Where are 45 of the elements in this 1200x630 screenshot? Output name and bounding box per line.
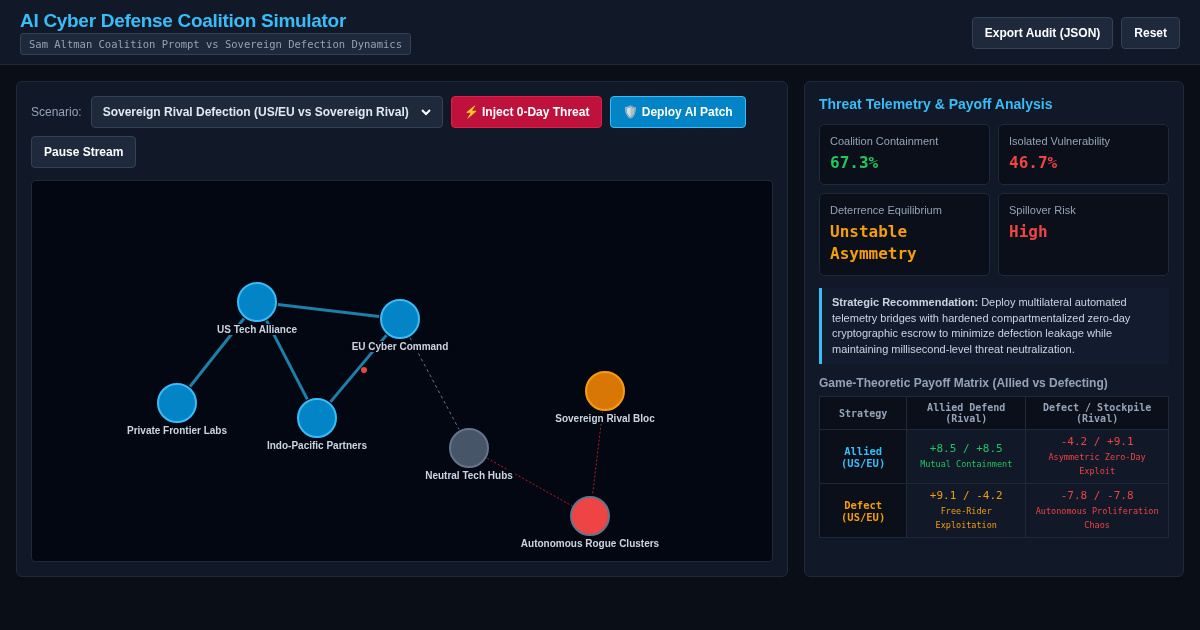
node-label: Autonomous Rogue Clusters — [518, 538, 662, 549]
payoff-cell: -7.8 / -7.8 Autonomous Proliferation Chaos — [1025, 483, 1169, 538]
network-node[interactable] — [449, 428, 489, 468]
payoff-cell: +9.1 / -4.2 Free-Rider Exploitation — [906, 483, 1026, 538]
threat-packet — [361, 367, 367, 373]
metric-value: High — [1009, 221, 1049, 243]
app-title: AI Cyber Defense Coalition Simulator — [20, 10, 347, 32]
metric-value: 46.7% — [1009, 152, 1059, 174]
node-label: Indo-Pacific Partners — [265, 440, 369, 451]
payoff-cell: +8.5 / +8.5 Mutual Containment — [906, 429, 1026, 484]
column-header: Allied Defend (Rival) — [906, 396, 1026, 430]
scenario-label: Scenario: — [31, 105, 82, 119]
network-node[interactable] — [237, 282, 277, 322]
payoff-cell: -4.2 / +9.1 Asymmetric Zero-Day Exploit — [1025, 429, 1169, 484]
strategy-cell: Defect (US/EU) — [819, 483, 907, 538]
node-label: EU Cyber Command — [349, 341, 451, 352]
metric-label: Spillover Risk — [1009, 204, 1077, 216]
metric-label: Coalition Containment — [830, 135, 940, 147]
export-button[interactable]: Export Audit (JSON) — [971, 16, 1114, 49]
network-node[interactable] — [585, 371, 625, 411]
subtitle-tag: Sam Altman Coalition Prompt vs Sovereign Defection Dynamics — [20, 33, 411, 55]
panel-title: Threat Telemetry & Payoff Analysis — [819, 96, 1054, 112]
column-header: Strategy — [819, 396, 907, 430]
strategy-cell: Allied (US/EU) — [819, 429, 907, 484]
network-node[interactable] — [157, 383, 197, 423]
network-node[interactable] — [297, 398, 337, 438]
reset-button[interactable]: Reset — [1121, 16, 1180, 49]
metric-value: 67.3% — [830, 152, 880, 174]
network-node[interactable] — [570, 496, 610, 536]
node-label: Sovereign Rival Bloc — [553, 413, 657, 424]
deploy-patch-button[interactable]: 🛡 Deploy AI Patch — [610, 96, 746, 128]
metric-label: Isolated Vulnerability — [1009, 135, 1112, 147]
node-label: US Tech Alliance — [215, 324, 299, 335]
chevron-down-icon — [420, 108, 431, 116]
metric-label: Deterrence Equilibrium — [830, 204, 943, 216]
metric-value: Unstable Asymmetry — [830, 221, 918, 265]
node-label: Private Frontier Labs — [125, 425, 229, 436]
inject-threat-button[interactable]: ⚡ Inject 0-Day Threat — [450, 96, 603, 128]
pause-stream-button[interactable]: Pause Stream — [31, 136, 137, 168]
node-label: Neutral Tech Hubs — [423, 470, 515, 481]
network-node[interactable] — [380, 299, 420, 339]
matrix-title: Game-Theoretic Payoff Matrix (Allied vs Defecting) — [819, 376, 1109, 390]
recommendation-text: Strategic Recommendation: Deploy multilateral automated telemetry bridges with hardened compartmentalized zero-day cryptographic escrow to minimize defection leakage while maintaining millisecond-level threat neutralization. — [819, 288, 1169, 364]
scenario-dropdown[interactable]: Sovereign Rival Defection (US/EU vs Sovereign Rival) — [90, 96, 443, 128]
column-header: Defect / Stockpile (Rival) — [1025, 396, 1169, 430]
